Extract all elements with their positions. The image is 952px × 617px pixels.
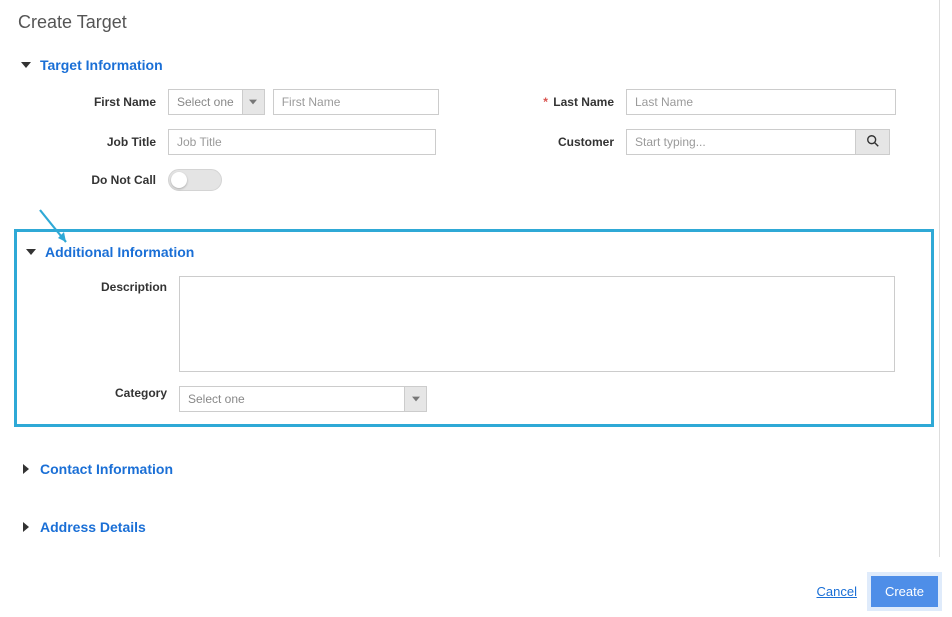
last-name-label-text: Last Name bbox=[553, 95, 614, 109]
page-title: Create Target bbox=[18, 12, 938, 33]
job-title-input[interactable] bbox=[168, 129, 436, 155]
cancel-link[interactable]: Cancel bbox=[817, 584, 857, 599]
required-mark: * bbox=[543, 95, 548, 109]
section-title: Additional Information bbox=[45, 244, 194, 260]
salutation-select-text: Select one bbox=[169, 90, 242, 114]
section-header-target-information[interactable]: Target Information bbox=[14, 51, 938, 79]
description-label: Description bbox=[29, 276, 179, 294]
do-not-call-toggle[interactable] bbox=[168, 169, 222, 191]
customer-label: Customer bbox=[476, 135, 626, 149]
chevron-down-icon bbox=[25, 246, 37, 258]
customer-search-button[interactable] bbox=[855, 130, 889, 154]
last-name-label: * Last Name bbox=[476, 95, 626, 109]
search-icon bbox=[866, 134, 880, 151]
first-name-label: First Name bbox=[18, 95, 168, 109]
first-name-input[interactable] bbox=[273, 89, 439, 115]
toggle-knob bbox=[171, 172, 187, 188]
section-header-additional-information[interactable]: Additional Information bbox=[25, 238, 923, 266]
section-contact-information: Contact Information bbox=[14, 455, 938, 483]
category-select-text: Select one bbox=[180, 387, 404, 411]
last-name-input[interactable] bbox=[626, 89, 896, 115]
caret-down-icon bbox=[404, 387, 426, 411]
category-label: Category bbox=[29, 386, 179, 400]
create-button[interactable]: Create bbox=[871, 576, 938, 607]
section-address-details: Address Details bbox=[14, 513, 938, 541]
section-title: Target Information bbox=[40, 57, 163, 73]
category-select[interactable]: Select one bbox=[179, 386, 427, 412]
chevron-down-icon bbox=[20, 59, 32, 71]
caret-down-icon bbox=[242, 90, 264, 114]
customer-lookup bbox=[626, 129, 890, 155]
job-title-label: Job Title bbox=[18, 135, 168, 149]
chevron-right-icon bbox=[20, 463, 32, 475]
footer: Cancel Create bbox=[817, 576, 939, 607]
do-not-call-label: Do Not Call bbox=[18, 173, 168, 187]
section-header-address-details[interactable]: Address Details bbox=[14, 513, 938, 541]
salutation-select[interactable]: Select one bbox=[168, 89, 265, 115]
section-title: Address Details bbox=[40, 519, 146, 535]
customer-input[interactable] bbox=[627, 130, 855, 154]
description-textarea[interactable] bbox=[179, 276, 895, 372]
section-header-contact-information[interactable]: Contact Information bbox=[14, 455, 938, 483]
section-body-additional-information: Description Category Select one bbox=[25, 266, 923, 412]
divider bbox=[939, 0, 940, 557]
section-target-information: Target Information First Name Select one… bbox=[14, 51, 938, 221]
section-title: Contact Information bbox=[40, 461, 173, 477]
highlight-box-additional-information: Additional Information Description Categ… bbox=[14, 229, 934, 427]
section-body-target-information: First Name Select one * Last Name bbox=[14, 79, 938, 221]
chevron-right-icon bbox=[20, 521, 32, 533]
